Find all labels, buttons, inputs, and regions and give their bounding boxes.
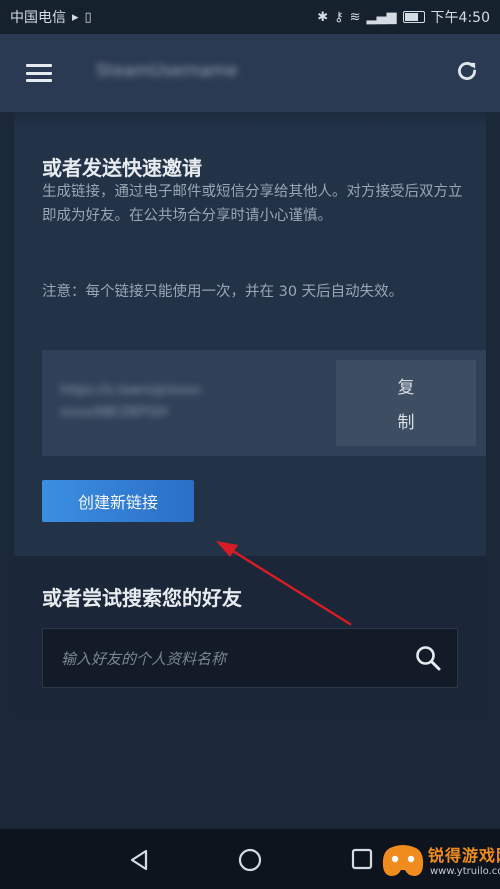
hamburger-menu-icon[interactable] (26, 64, 52, 82)
wifi-icon: ≋ (349, 9, 361, 25)
status-left: 中国电信 ▸ ▯ (10, 7, 92, 27)
home-icon[interactable] (236, 846, 264, 874)
status-right: ✱ ⚷ ≋ ▂▄▆ 下午4:50 (317, 7, 490, 27)
back-icon[interactable] (126, 847, 152, 873)
create-new-link-button[interactable]: 创建新链接 (42, 480, 194, 522)
search-box (42, 628, 458, 689)
quick-invite-description: 生成链接，通过电子邮件或短信分享给其他人。对方接受后双方立即成为好友。在公共场合… (42, 184, 463, 224)
copy-button[interactable]: 复 制 (336, 360, 476, 446)
quick-invite-note: 注意：每个链接只能使用一次，并在 30 天后自动失效。 (42, 284, 404, 300)
watermark-brand: 锐得游戏网 (428, 846, 500, 865)
recent-apps-icon[interactable] (350, 847, 374, 871)
sim-icon: ▯ (84, 9, 92, 25)
app-bar-title: SteamUsername (96, 61, 238, 81)
carrier-label: 中国电信 (10, 10, 66, 26)
invite-link-box: https://s.team/p/xxxx-xxxx/ABCDEFGH 复 制 (42, 350, 486, 456)
refresh-icon[interactable] (454, 58, 480, 84)
search-friends-heading: 或者尝试搜索您的好友 (42, 586, 242, 610)
quick-invite-heading: 或者发送快速邀请 (42, 156, 202, 180)
cell-signal-icon: ▂▄▆ (366, 9, 397, 25)
status-bar: 中国电信 ▸ ▯ ✱ ⚷ ≋ ▂▄▆ 下午4:50 (0, 0, 500, 34)
invite-link-text[interactable]: https://s.team/p/xxxx-xxxx/ABCDEFGH (60, 380, 290, 424)
battery-icon (402, 11, 425, 23)
clock: 下午4:50 (430, 10, 490, 26)
search-icon[interactable] (413, 643, 443, 673)
key-icon: ⚷ (334, 9, 344, 25)
add-friend-card: 或者发送快速邀请 生成链接，通过电子邮件或短信分享给其他人。对方接受后双方立即成… (14, 112, 486, 716)
copy-label-line-1: 复 (397, 378, 415, 398)
app-bar: SteamUsername (0, 34, 500, 112)
gamepad-logo-icon (382, 845, 424, 876)
nfc-icon: ✱ (317, 9, 329, 25)
search-friends-section: 或者尝试搜索您的好友 (14, 556, 486, 716)
signal-status-icon: ▸ (72, 9, 79, 25)
friend-search-input[interactable] (59, 629, 403, 689)
copy-label-line-2: 制 (397, 413, 415, 433)
site-watermark: 锐得游戏网 www.ytruilo.com (380, 836, 500, 889)
watermark-url: www.ytruilo.com (430, 866, 500, 877)
